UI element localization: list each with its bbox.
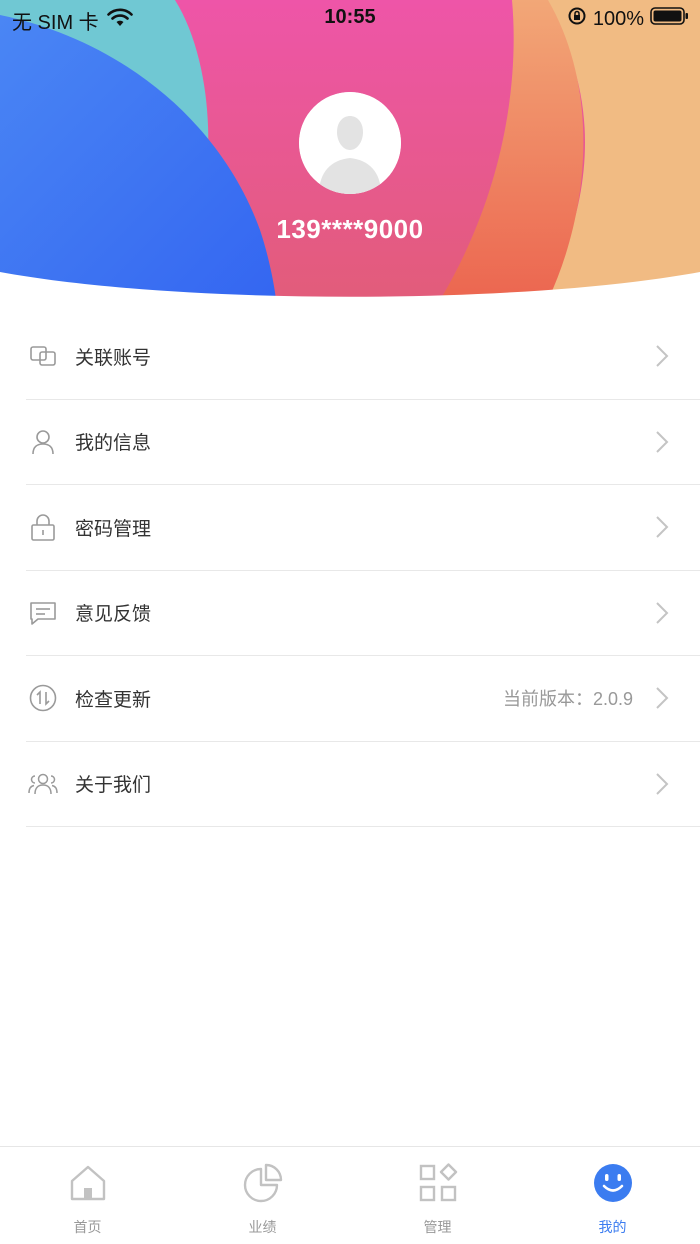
tab-label: 业绩 [248, 1219, 277, 1235]
message-icon [28, 598, 58, 628]
user-icon [28, 427, 58, 457]
status-right: 100% [567, 6, 690, 32]
tab-label: 管理 [423, 1219, 452, 1235]
chevron-right-icon [656, 773, 669, 795]
battery-percent: 100% [592, 7, 644, 30]
menu-item-my-info[interactable]: 我的信息 [26, 400, 700, 485]
chevron-right-icon [656, 516, 669, 538]
tab-manage[interactable]: 管理 [350, 1147, 525, 1244]
menu-item-linked-accounts[interactable]: 关联账号 [26, 314, 700, 400]
chevron-right-icon [656, 687, 669, 709]
group-icon [28, 769, 58, 799]
tab-home[interactable]: 首页 [0, 1147, 175, 1244]
default-avatar-icon [299, 92, 401, 194]
menu-item-label: 关于我们 [75, 775, 152, 797]
chevron-right-icon [656, 602, 669, 624]
tab-label: 首页 [73, 1219, 102, 1235]
menu-item-feedback[interactable]: 意见反馈 [26, 571, 700, 656]
menu-item-label: 检查更新 [75, 689, 152, 711]
update-icon [28, 683, 58, 713]
link-accounts-icon [28, 341, 58, 371]
menu-item-about-us[interactable]: 关于我们 [26, 742, 700, 827]
status-bar: 无 SIM 卡 10:55 100% [0, 0, 700, 38]
current-version: 当前版本：2.0.9 [502, 689, 633, 710]
chevron-right-icon [656, 431, 669, 453]
battery-icon [650, 6, 690, 32]
settings-menu: 关联账号 我的信息 密码管理 意见反馈 检查更新 当前版本：2.0.9 关于我们 [0, 314, 700, 827]
menu-item-label: 密码管理 [75, 518, 152, 540]
tab-label: 我的 [598, 1219, 627, 1235]
tab-performance[interactable]: 业绩 [175, 1147, 350, 1244]
bottom-tab-bar: 首页 业绩 管理 我的 [0, 1146, 700, 1244]
tab-mine[interactable]: 我的 [525, 1147, 700, 1244]
smiley-icon [593, 1163, 633, 1203]
user-phone: 139****9000 [276, 214, 424, 244]
orientation-lock-icon [567, 6, 587, 32]
chevron-right-icon [656, 345, 669, 367]
profile-header: 无 SIM 卡 10:55 100% 139****9000 [0, 0, 700, 300]
home-icon [68, 1163, 108, 1203]
menu-item-label: 我的信息 [75, 433, 152, 455]
pie-chart-icon [243, 1163, 283, 1203]
avatar[interactable] [299, 92, 401, 194]
menu-item-label: 关联账号 [75, 347, 152, 369]
lock-icon [28, 512, 58, 542]
menu-item-label: 意见反馈 [75, 604, 152, 626]
menu-item-password[interactable]: 密码管理 [26, 485, 700, 571]
grid-icon [418, 1163, 458, 1203]
menu-item-check-update[interactable]: 检查更新 当前版本：2.0.9 [26, 656, 700, 742]
